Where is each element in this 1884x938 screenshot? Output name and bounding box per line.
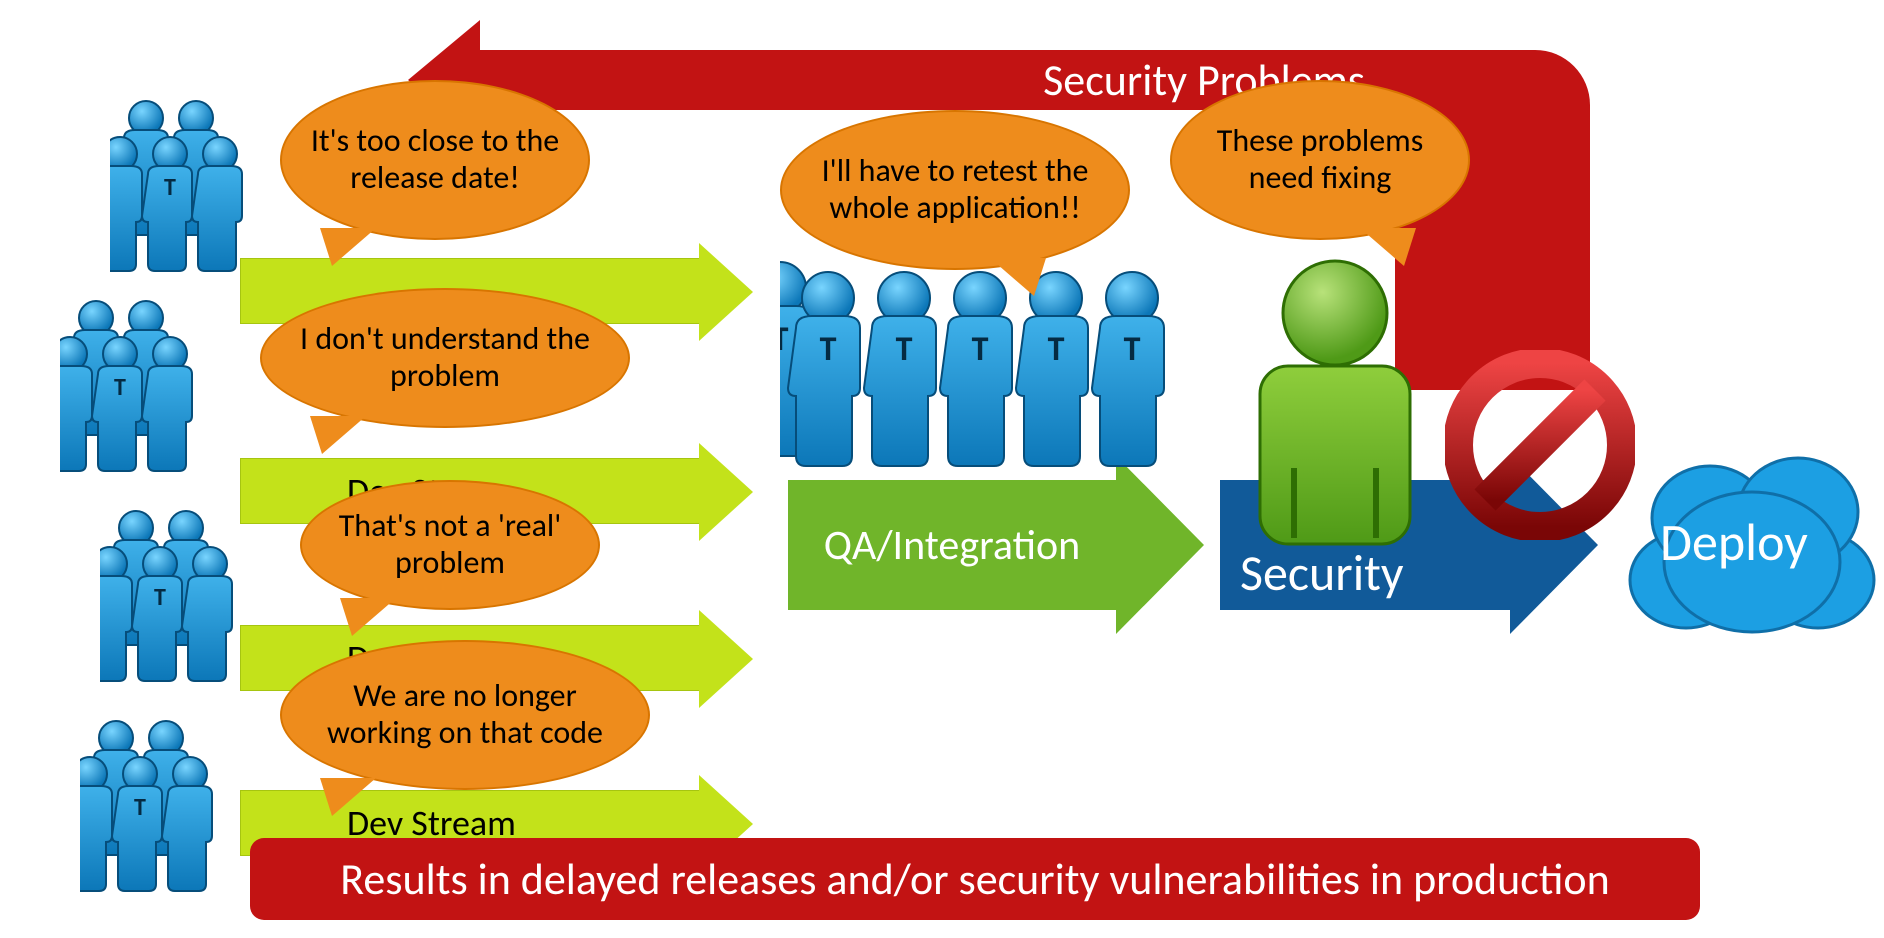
svg-text:T: T	[780, 319, 789, 360]
bubble-tail-icon	[340, 598, 396, 636]
result-text: Results in delayed releases and/or secur…	[340, 852, 1609, 906]
bubble-tail-icon	[990, 258, 1046, 296]
result-bar: Results in delayed releases and/or secur…	[250, 838, 1700, 920]
bubble-tail-icon	[320, 778, 376, 816]
dev-team-3-icon	[100, 510, 280, 700]
prohibit-icon	[1445, 350, 1635, 540]
qa-team-icon: T	[780, 260, 1180, 495]
security-person-icon	[1230, 258, 1440, 563]
bubble-text: I don't understand the problem	[290, 321, 600, 395]
bubble-tail-icon	[310, 416, 366, 454]
bubble-tail-icon	[320, 228, 376, 266]
bubble-text: I'll have to retest the whole applicatio…	[810, 153, 1100, 227]
bubble-need-fixing: These problems need fixing	[1170, 80, 1470, 240]
bubble-retest: I'll have to retest the whole applicatio…	[780, 110, 1130, 270]
bubble-no-longer: We are no longer working on that code	[280, 640, 650, 790]
bubble-text: That's not a 'real' problem	[330, 508, 570, 582]
security-label: Security	[1240, 543, 1404, 604]
qa-arrow: QA/Integration	[788, 480, 1116, 610]
bubble-text: These problems need fixing	[1200, 123, 1440, 197]
bubble-too-close: It's too close to the release date!	[280, 80, 590, 240]
deploy-label: Deploy	[1660, 510, 1808, 574]
dev-team-1-icon	[110, 100, 290, 290]
bubble-not-real: That's not a 'real' problem	[300, 480, 600, 610]
bubble-text: We are no longer working on that code	[310, 678, 620, 752]
qa-label: QA/Integration	[824, 520, 1080, 571]
bubble-dont-understand: I don't understand the problem	[260, 288, 630, 428]
dev-team-4-icon	[80, 720, 260, 910]
bubble-text: It's too close to the release date!	[310, 123, 560, 197]
dev-team-2-icon	[60, 300, 240, 490]
